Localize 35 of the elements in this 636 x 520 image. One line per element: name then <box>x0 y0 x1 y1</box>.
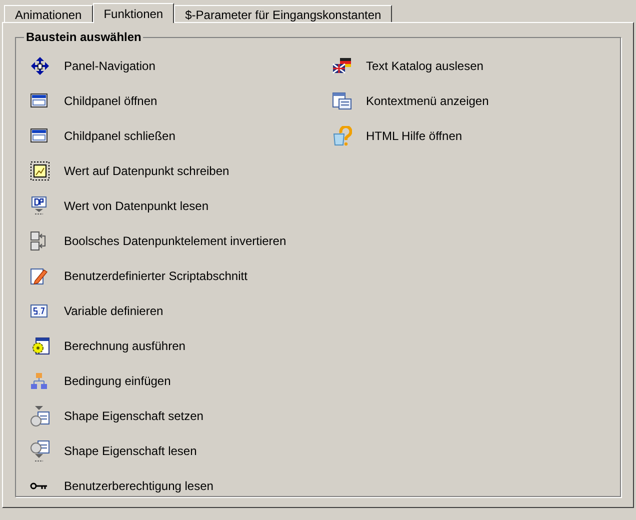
window-icon <box>30 128 48 143</box>
flag-icon <box>332 56 352 74</box>
function-item[interactable]: Panel-Navigation <box>64 56 156 74</box>
function-item[interactable]: Boolsches Datenpunktelement invertieren <box>64 232 286 250</box>
function-item[interactable]: Shape Eigenschaft setzen <box>64 406 204 424</box>
function-item[interactable]: Wert auf Datenpunkt schreiben <box>64 162 230 180</box>
key-icon <box>30 482 48 490</box>
dp-arrow-icon <box>30 196 48 216</box>
function-item[interactable]: Benutzerberechtigung lesen <box>64 476 214 494</box>
gear-table-icon <box>30 336 50 356</box>
function-item[interactable]: Kontextmenü anzeigen <box>366 92 489 110</box>
function-item[interactable]: Childpanel schließen <box>64 126 176 144</box>
function-item[interactable]: Wert von Datenpunkt lesen <box>64 196 209 214</box>
tab[interactable]: Animationen <box>4 5 93 22</box>
function-item[interactable]: HTML Hilfe öffnen <box>366 126 462 144</box>
shape-properties-icon <box>30 440 50 462</box>
function-item[interactable]: Variable definieren <box>64 302 164 320</box>
tab[interactable]: Funktionen <box>92 3 174 23</box>
move-arrows-icon <box>30 56 50 76</box>
function-item[interactable]: Childpanel öffnen <box>64 92 158 110</box>
variable-box-icon <box>30 304 48 318</box>
pencil-page-icon <box>30 266 48 284</box>
function-item[interactable]: Benutzerdefinierter Scriptabschnitt <box>64 266 248 284</box>
window-icon <box>30 93 48 108</box>
tab[interactable]: $-Parameter für Eingangskonstanten <box>174 5 392 22</box>
question-mark-icon <box>332 126 352 146</box>
flowchart-icon <box>30 372 48 390</box>
menu-window-icon <box>332 92 352 110</box>
function-item[interactable]: Berechnung ausführen <box>64 336 186 354</box>
shape-properties-icon <box>30 404 50 426</box>
function-item[interactable]: Text Katalog auslesen <box>366 56 484 74</box>
framed-chart-icon <box>30 160 50 180</box>
function-item[interactable]: Shape Eigenschaft lesen <box>64 442 197 460</box>
bit-toggle-icon <box>30 230 48 250</box>
function-item[interactable]: Bedingung einfügen <box>64 372 171 390</box>
